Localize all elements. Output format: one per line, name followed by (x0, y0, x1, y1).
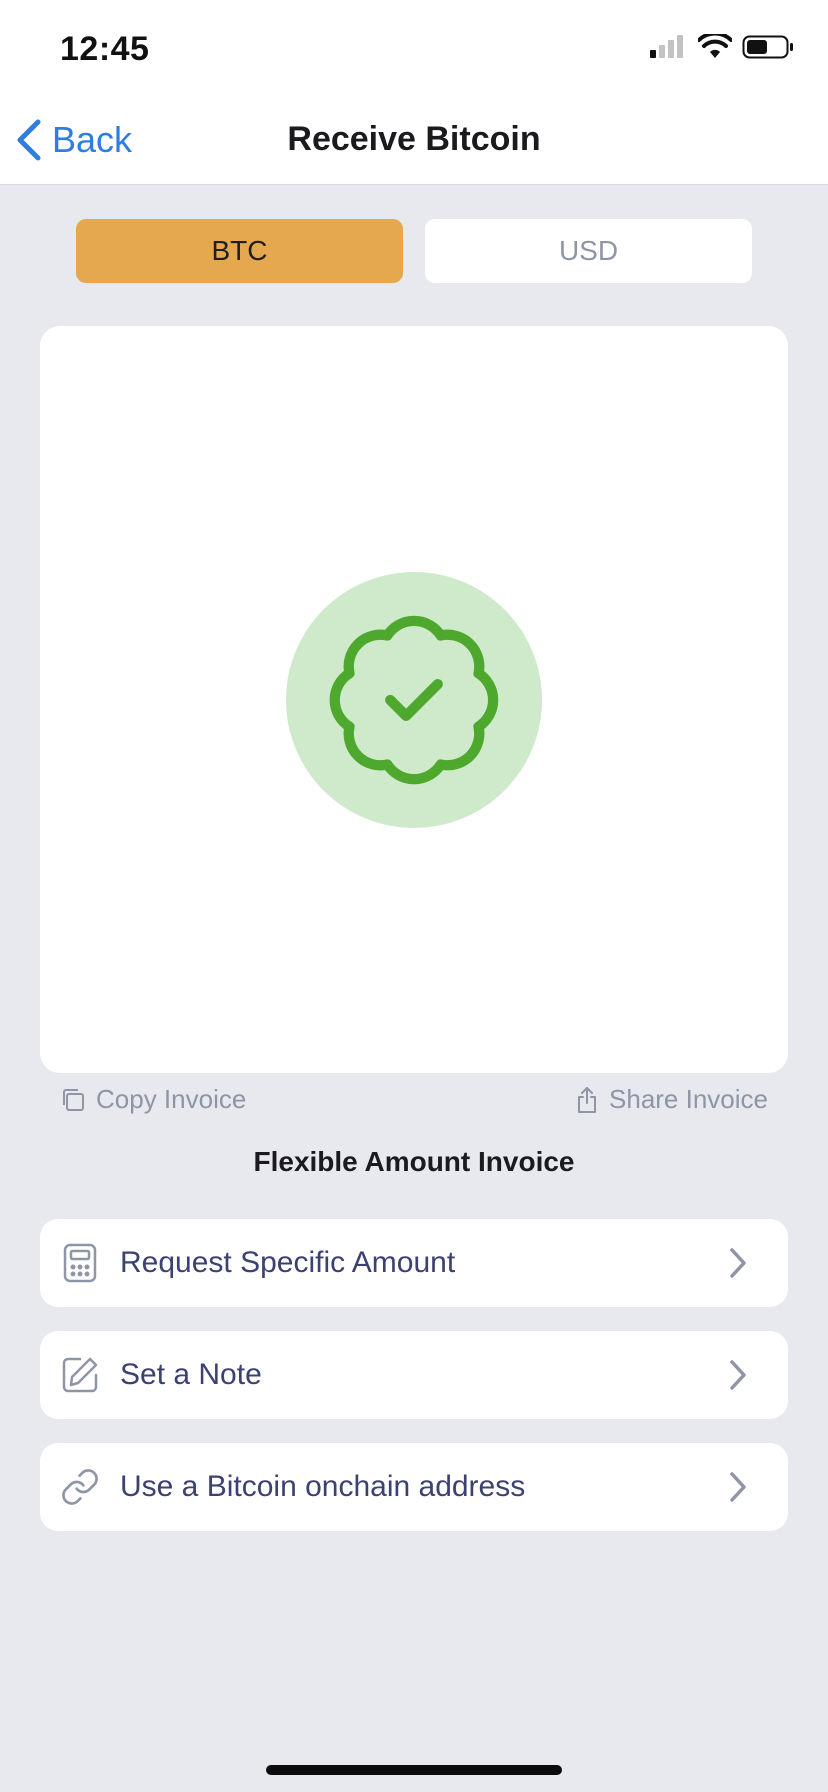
calculator-icon (58, 1241, 102, 1285)
set-note-button[interactable]: Set a Note (40, 1331, 788, 1419)
chevron-right-icon (718, 1243, 758, 1283)
verified-check-icon (329, 615, 499, 785)
btc-toggle-button[interactable]: BTC (76, 219, 403, 283)
copy-invoice-button[interactable]: Copy Invoice (60, 1084, 246, 1115)
battery-icon (742, 35, 793, 59)
share-invoice-label: Share Invoice (609, 1084, 768, 1114)
copy-icon (63, 1088, 84, 1111)
share-invoice-button[interactable]: Share Invoice (575, 1084, 768, 1115)
request-specific-amount-button[interactable]: Request Specific Amount (40, 1219, 788, 1307)
status-bar: 12:45 (0, 0, 828, 100)
status-time: 12:45 (60, 30, 150, 68)
success-badge (286, 572, 542, 828)
chevron-right-icon (718, 1355, 758, 1395)
copy-invoice-label: Copy Invoice (96, 1084, 247, 1114)
option-label: Request Specific Amount (120, 1246, 456, 1279)
invoice-type-label: Flexible Amount Invoice (253, 1146, 575, 1177)
navigation-bar: Back Receive Bitcoin (0, 100, 828, 185)
cellular-signal-icon (650, 35, 683, 58)
edit-note-icon (58, 1353, 102, 1397)
bitcoin-onchain-address-button[interactable]: Use a Bitcoin onchain address (40, 1443, 788, 1531)
option-label: Use a Bitcoin onchain address (120, 1470, 526, 1503)
status-icons (648, 34, 796, 60)
usd-toggle-button[interactable]: USD (425, 219, 752, 283)
wifi-icon (698, 34, 732, 58)
link-icon (58, 1465, 102, 1509)
home-indicator (266, 1765, 562, 1775)
share-icon (578, 1086, 597, 1113)
chevron-right-icon (718, 1467, 758, 1507)
option-label: Set a Note (120, 1358, 262, 1391)
page-title: Receive Bitcoin (287, 120, 541, 158)
